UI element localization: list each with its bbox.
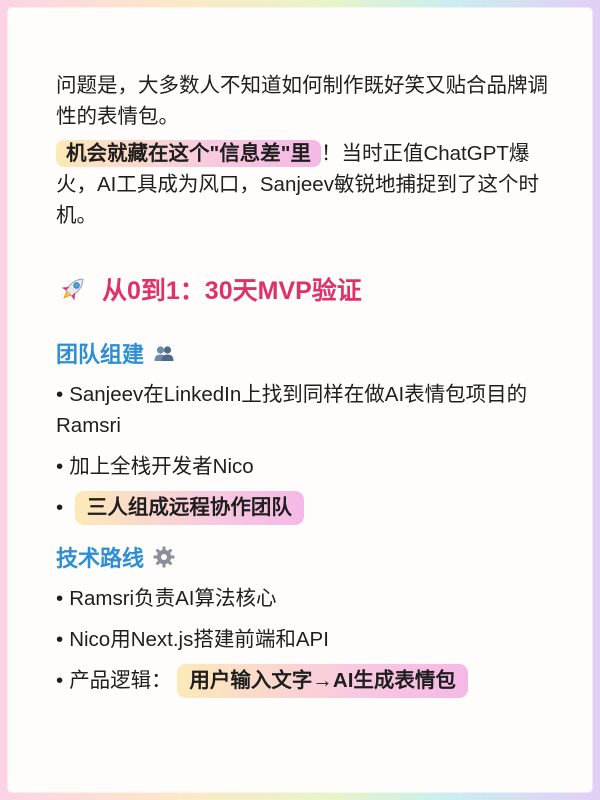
team-title: 团队组建 (56, 342, 145, 367)
section-heading: 从0到1：30天MVP验证 (56, 271, 556, 307)
opportunity-highlight: 机会就藏在这个"信息差"里 (56, 140, 321, 167)
content-card: 问题是，大多数人不知道如何制作既好笑又贴合品牌调性的表情包。 机会就藏在这个"信… (8, 8, 592, 792)
product-label: 产品逻辑： (69, 669, 172, 692)
article-body: 问题是，大多数人不知道如何制作既好笑又贴合品牌调性的表情包。 机会就藏在这个"信… (56, 70, 556, 698)
team-heading: 团队组建 (56, 337, 556, 369)
product-highlight: 用户输入文字→AI生成表情包 (177, 664, 468, 698)
list-item: • 加上全栈开发者Nico (56, 455, 254, 478)
team-highlight: 三人组成远程协作团队 (74, 491, 304, 525)
list-item: • Sanjeev在LinkedIn上找到同样在做AI表情包项目的Ramsri (56, 383, 528, 437)
people-icon (154, 346, 174, 361)
rocket-icon (61, 278, 84, 301)
section-title: 从0到1：30天MVP验证 (102, 277, 362, 305)
tech-heading: 技术路线 (56, 541, 556, 573)
list-item-highlight: • 产品逻辑： 用户输入文字→AI生成表情包 (56, 664, 556, 698)
list-item: • Ramsri负责AI算法核心 (56, 587, 277, 610)
list-item-highlight: • 三人组成远程协作团队 (56, 491, 556, 525)
gear-icon (153, 546, 175, 568)
opportunity-paragraph: 机会就藏在这个"信息差"里 ！当时正值ChatGPT爆火，AI工具成为风口，San… (56, 138, 556, 231)
list-item: • Nico用Next.js搭建前端和API (56, 628, 329, 651)
tech-title: 技术路线 (56, 546, 145, 571)
intro-paragraph: 问题是，大多数人不知道如何制作既好笑又贴合品牌调性的表情包。 (56, 74, 548, 128)
